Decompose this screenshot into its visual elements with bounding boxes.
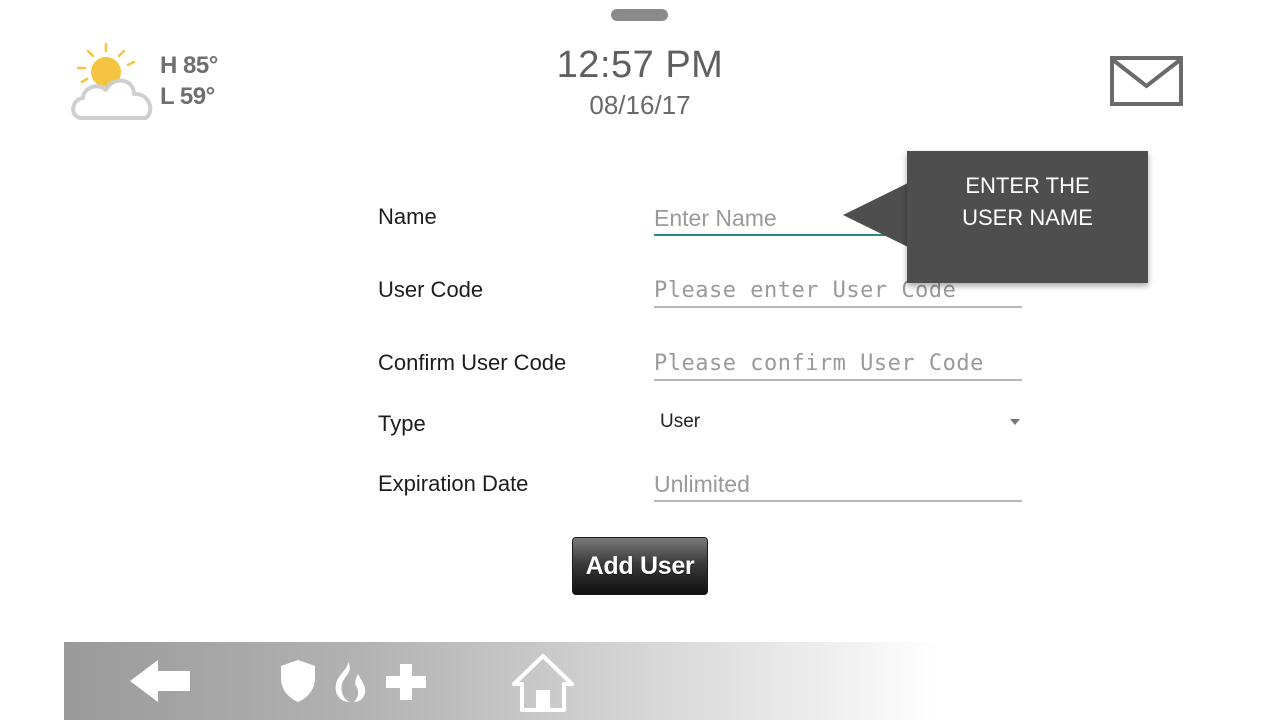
flame-icon[interactable] xyxy=(330,660,370,708)
type-selected-value: User xyxy=(660,411,701,432)
back-arrow-icon[interactable] xyxy=(128,656,192,710)
add-user-button[interactable]: Add User xyxy=(572,537,708,595)
temp-low: L 59° xyxy=(160,83,215,110)
type-label: Type xyxy=(378,411,426,436)
temp-high: H 85° xyxy=(160,52,218,79)
pull-down-handle[interactable] xyxy=(611,9,668,21)
confirm-user-code-label: Confirm User Code xyxy=(378,350,567,375)
expiration-date-input[interactable] xyxy=(654,466,1022,502)
expiration-date-field[interactable] xyxy=(654,466,1022,502)
type-dropdown[interactable]: User xyxy=(654,405,1022,441)
medical-cross-icon[interactable] xyxy=(384,662,428,706)
weather-temps: H 85° L 59° xyxy=(160,50,218,112)
clock-time: 12:57 PM xyxy=(556,44,724,86)
mail-icon[interactable] xyxy=(1110,56,1183,106)
home-icon[interactable] xyxy=(510,652,576,716)
confirm-user-code-input[interactable] xyxy=(654,345,1022,381)
confirm-user-code-underline xyxy=(654,379,1022,381)
dropdown-caret-icon xyxy=(1010,419,1020,425)
user-code-underline xyxy=(654,306,1022,308)
shield-icon[interactable] xyxy=(278,658,318,708)
confirm-user-code-field[interactable] xyxy=(654,345,1022,381)
clock: 12:57 PM 08/16/17 xyxy=(440,42,840,122)
tooltip-text: ENTER THE USER NAME xyxy=(962,173,1093,230)
expiration-date-label: Expiration Date xyxy=(378,471,529,496)
user-code-label: User Code xyxy=(378,277,484,302)
tooltip-pointer xyxy=(843,183,908,247)
name-label: Name xyxy=(378,204,437,229)
partly-sunny-icon[interactable] xyxy=(68,38,160,124)
bottom-nav-bar xyxy=(64,642,1280,720)
expiration-date-underline xyxy=(654,500,1022,502)
name-hint-tooltip: ENTER THE USER NAME xyxy=(907,151,1148,283)
clock-date: 08/16/17 xyxy=(589,90,691,120)
